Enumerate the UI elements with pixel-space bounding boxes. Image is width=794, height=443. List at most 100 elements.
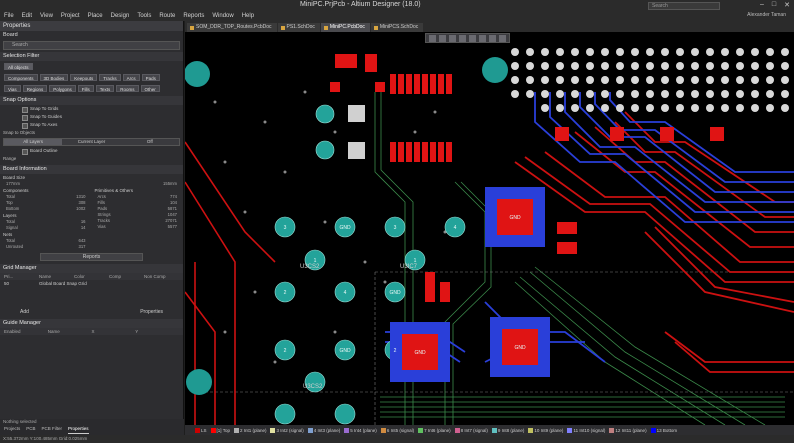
snap-options-heading[interactable]: Snap Options: [0, 96, 183, 105]
filter-components[interactable]: Components: [4, 74, 38, 81]
region-icon[interactable]: [479, 35, 486, 42]
guide-manager-heading[interactable]: Guide Manager: [0, 319, 183, 328]
grid-properties-button[interactable]: Properties: [140, 308, 163, 317]
checkbox-snap-to-guides[interactable]: Snap To Guides: [0, 113, 183, 121]
layer-color-swatch: [380, 427, 386, 433]
maximize-icon[interactable]: □: [772, 1, 776, 9]
selection-filter-row-1: Components 3D Bodies Keepouts Tracks Arcs Pad…: [0, 72, 183, 83]
panel-tab-projects[interactable]: Projects: [4, 426, 20, 434]
grid-column-header[interactable]: Comp: [109, 273, 144, 280]
selection-filter-row-2: Vias Regions Polygons Fills Texts Rooms Other: [0, 83, 183, 94]
stat-value: 317: [78, 244, 86, 249]
guide-column-header[interactable]: Enabled: [4, 328, 48, 335]
grid-manager-heading[interactable]: Grid Manager: [0, 264, 183, 273]
pcb-layout[interactable]: 3 GND 3 4 1 1 2 4 GND 2 GND 2 GND GND GN…: [185, 32, 794, 425]
layer-tab[interactable]: 5 Int4 (plane): [344, 427, 377, 433]
layer-color-swatch: [454, 427, 460, 433]
menu-view[interactable]: View: [40, 13, 53, 19]
all-objects-button[interactable]: All objects: [4, 63, 33, 70]
segment-all-layers[interactable]: All Layers: [4, 139, 63, 145]
menu-window[interactable]: Window: [212, 13, 233, 19]
filter-arcs[interactable]: Arcs: [122, 74, 140, 81]
menu-place[interactable]: Place: [88, 13, 103, 19]
menu-design[interactable]: Design: [111, 13, 130, 19]
grid-add-button[interactable]: Add: [20, 308, 29, 317]
guide-column-header[interactable]: Name: [48, 328, 92, 335]
checkbox-snap-to-axes[interactable]: Snap To Axes: [0, 121, 183, 129]
segment-off[interactable]: Off: [121, 139, 179, 145]
user-name[interactable]: Alexander Taman: [747, 12, 786, 18]
layer-tab[interactable]: 11 Int10 (signal): [567, 427, 605, 433]
filter-icon[interactable]: [429, 35, 436, 42]
filter-polygons[interactable]: Polygons: [49, 85, 76, 92]
layer-tab[interactable]: 3 Int2 (signal): [270, 427, 304, 433]
filter-3d-bodies[interactable]: 3D Bodies: [39, 74, 69, 81]
route-icon[interactable]: [449, 35, 456, 42]
board-stats: Components Total 1310 Top 308 Bottom 1002 Lay…: [0, 187, 183, 250]
filter-keepouts[interactable]: Keepouts: [70, 74, 98, 81]
filter-pads[interactable]: Pads: [141, 74, 160, 81]
menu-route[interactable]: Route: [159, 13, 175, 19]
layer-tab[interactable]: LS: [195, 427, 207, 433]
filter-texts[interactable]: Texts: [95, 85, 115, 92]
layer-tab[interactable]: [1] Top: [210, 427, 230, 433]
layer-tab[interactable]: 10 Int9 (plane): [528, 427, 563, 433]
reports-button[interactable]: Reports: [40, 253, 143, 261]
filter-fills[interactable]: Fills: [77, 85, 94, 92]
primitives-label: Primitives & Others: [94, 188, 134, 193]
grid-column-header[interactable]: Name: [39, 273, 74, 280]
minimize-icon[interactable]: –: [760, 1, 764, 9]
layer-tab[interactable]: 13 Bottom: [650, 427, 677, 433]
filter-regions[interactable]: Regions: [22, 85, 48, 92]
document-tab[interactable]: MiniPC.PcbDoc: [320, 23, 370, 32]
menu-help[interactable]: Help: [242, 13, 254, 19]
board-info-heading[interactable]: Board Information: [0, 165, 183, 174]
layers-label: Layers: [3, 213, 17, 218]
text-icon[interactable]: [489, 35, 496, 42]
range-label: Range: [3, 156, 17, 161]
layer-color-swatch: [195, 427, 200, 433]
layer-tab[interactable]: 7 Int6 (plane): [418, 427, 451, 433]
grid-row[interactable]: 50 Global Board Snap Grid: [0, 280, 183, 288]
menu-edit[interactable]: Edit: [22, 13, 32, 19]
filter-other[interactable]: Other: [140, 85, 160, 92]
layer-tab[interactable]: 9 Int8 (plane): [491, 427, 524, 433]
grid-column-header[interactable]: Pri...: [4, 273, 39, 280]
guide-column-header[interactable]: Y: [135, 328, 179, 335]
panel-tab-pcb-filter[interactable]: PCB Filter: [42, 426, 63, 434]
line-icon[interactable]: [499, 35, 506, 42]
title-search-input[interactable]: Search: [648, 2, 720, 10]
board-outline-check[interactable]: Board Outline: [0, 147, 183, 155]
via-icon[interactable]: [469, 35, 476, 42]
menu-tools[interactable]: Tools: [137, 13, 151, 19]
checkbox-snap-to-grids[interactable]: Snap To Grids: [0, 105, 183, 113]
panel-tab-properties[interactable]: Properties: [68, 426, 89, 434]
layer-tab[interactable]: 2 Int1 (plane): [233, 427, 266, 433]
selection-filter-heading[interactable]: Selection Filter: [0, 52, 183, 61]
snap-checks: Snap To Grids Snap To Guides Snap To Axes: [0, 105, 183, 129]
menu-project[interactable]: Project: [61, 13, 80, 19]
guide-column-header[interactable]: X: [92, 328, 136, 335]
layer-tab[interactable]: 6 Int5 (signal): [380, 427, 414, 433]
grid-column-header[interactable]: Color: [74, 273, 109, 280]
filter-vias[interactable]: Vias: [4, 85, 21, 92]
panel-tab-pcb[interactable]: PCB: [26, 426, 35, 434]
designator: U3CS2: [300, 264, 320, 270]
align-icon[interactable]: [459, 35, 466, 42]
document-tab[interactable]: PS1.SchDoc: [277, 23, 320, 32]
filter-rooms[interactable]: Rooms: [116, 85, 139, 92]
layer-tab[interactable]: 8 Int7 (signal): [454, 427, 488, 433]
menu-file[interactable]: File: [4, 13, 14, 19]
segment-current-layer[interactable]: Current Layer: [62, 139, 120, 145]
document-tab[interactable]: SOM_DDR_TOP_Routes.PcbDoc: [187, 23, 277, 32]
menu-reports[interactable]: Reports: [183, 13, 204, 19]
panel-search-input[interactable]: Search: [3, 41, 180, 50]
layer-tab[interactable]: 4 Int3 (plane): [307, 427, 340, 433]
place-component-icon[interactable]: [439, 35, 446, 42]
document-tab[interactable]: MiniPCS.SchDoc: [370, 23, 424, 32]
pcb-canvas[interactable]: 3 GND 3 4 1 1 2 4 GND 2 GND 2 GND GND GN…: [185, 32, 794, 425]
layer-tab[interactable]: 12 Int11 (plane): [609, 427, 647, 433]
filter-tracks[interactable]: Tracks: [99, 74, 121, 81]
close-icon[interactable]: ✕: [784, 1, 790, 9]
grid-column-header[interactable]: Non Comp: [144, 273, 179, 280]
